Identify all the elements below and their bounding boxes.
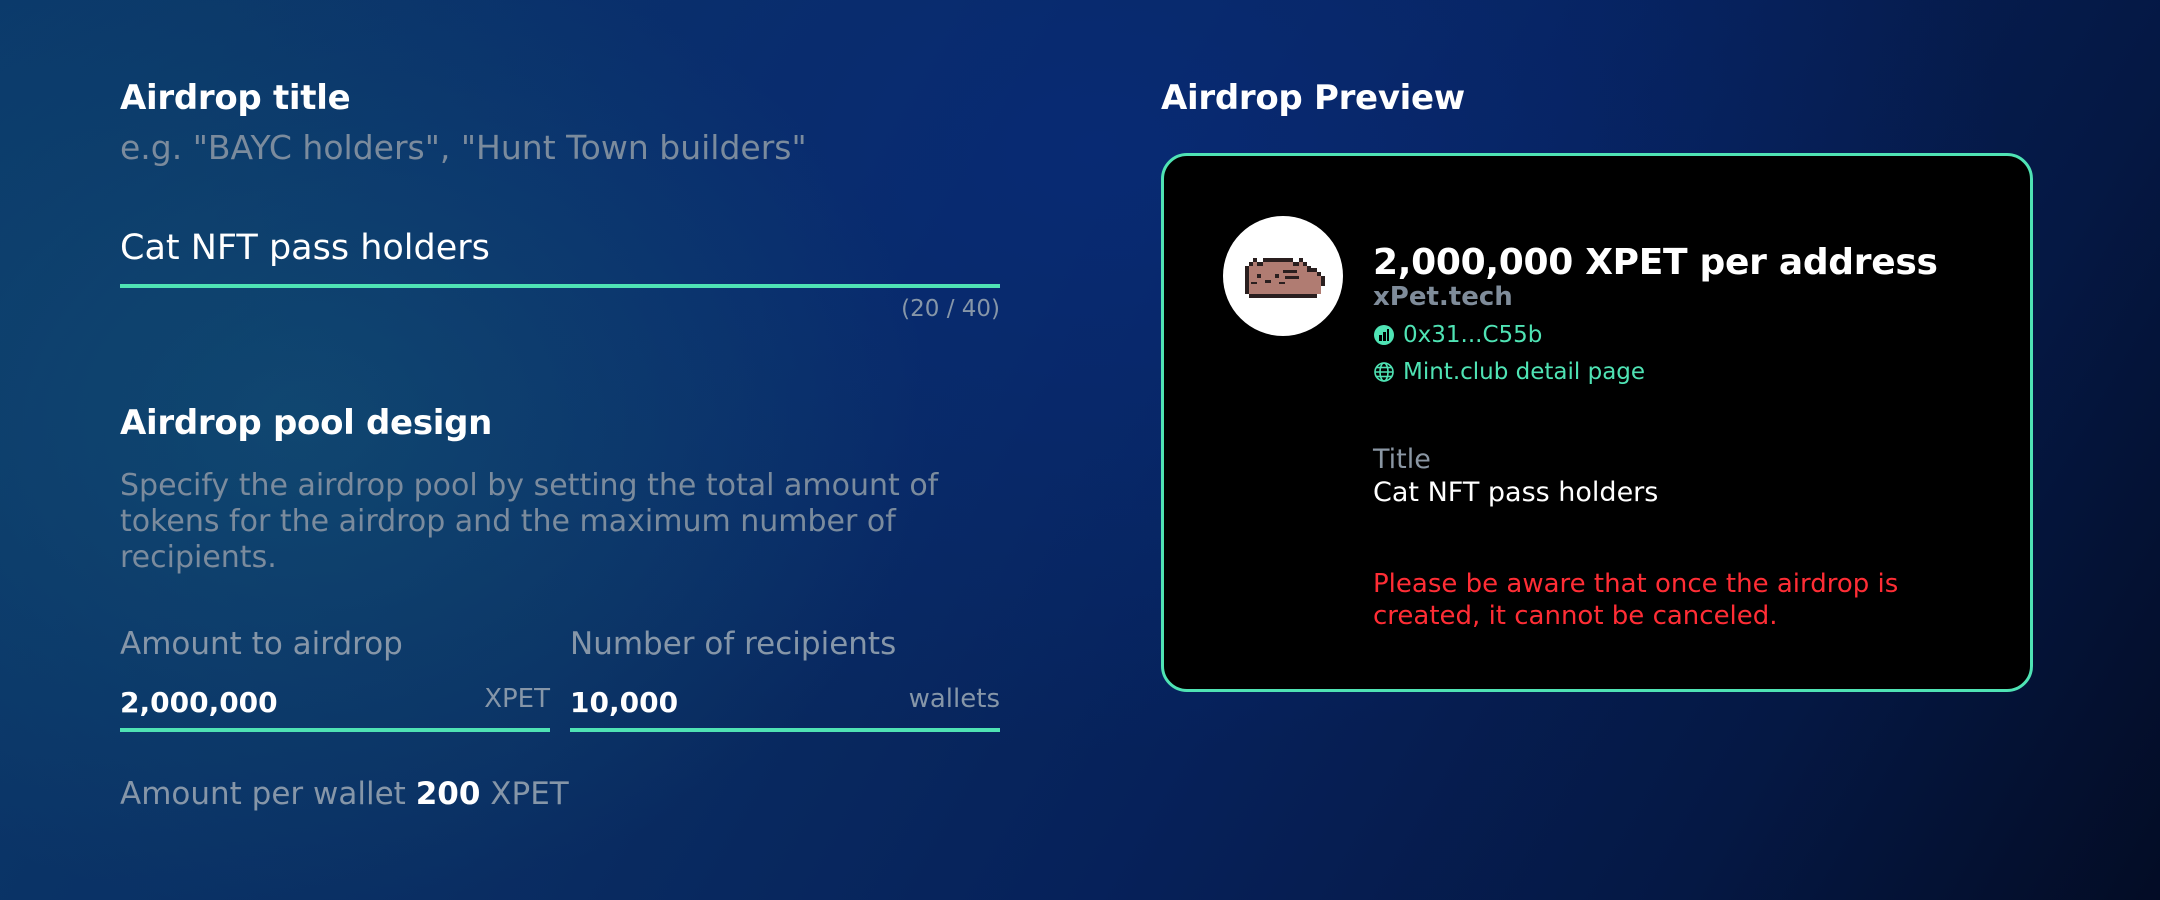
- number-of-recipients-input[interactable]: [570, 676, 828, 728]
- airdrop-title-input[interactable]: [120, 212, 1000, 288]
- number-of-recipients-field: wallets: [570, 676, 1000, 732]
- mint-club-detail-link[interactable]: Mint.club detail page: [1373, 359, 1645, 385]
- amount-per-wallet: Amount per wallet 200 XPET: [120, 776, 569, 812]
- cancel-warning-message: Please be aware that once the airdrop is…: [1373, 569, 1899, 631]
- issuer-name: xPet.tech: [1373, 282, 1513, 312]
- mint-club-logo-icon: [1374, 325, 1394, 345]
- preview-title-label: Title: [1373, 444, 1431, 475]
- pixel-cat-icon: [1245, 258, 1325, 298]
- amount-to-airdrop-label: Amount to airdrop: [120, 626, 403, 662]
- amount-to-airdrop-input[interactable]: [120, 676, 378, 728]
- amount-per-wallet-unit: XPET: [490, 776, 569, 812]
- globe-icon: [1374, 362, 1394, 382]
- contract-address-text: 0x31...C55b: [1403, 322, 1543, 348]
- recipients-unit: wallets: [908, 684, 1000, 714]
- airdrop-preview-label: Airdrop Preview: [1161, 78, 1465, 118]
- amount-per-wallet-value: 200: [415, 776, 481, 812]
- title-character-counter: (20 / 40): [901, 296, 1000, 322]
- airdrop-title-hint: e.g. "BAYC holders", "Hunt Town builders…: [120, 128, 807, 167]
- amount-to-airdrop-field: XPET: [120, 676, 550, 732]
- airdrop-pool-description: Specify the airdrop pool by setting the …: [120, 468, 939, 575]
- number-of-recipients-label: Number of recipients: [570, 626, 897, 662]
- mint-club-detail-text: Mint.club detail page: [1403, 359, 1646, 385]
- amount-per-wallet-label: Amount per wallet: [120, 776, 406, 812]
- airdrop-title-label: Airdrop title: [120, 78, 351, 118]
- contract-address-link[interactable]: 0x31...C55b: [1373, 322, 1542, 348]
- preview-title-value: Cat NFT pass holders: [1373, 477, 1659, 508]
- preview-heading: 2,000,000 XPET per address: [1373, 242, 1938, 283]
- amount-unit: XPET: [484, 684, 550, 714]
- airdrop-pool-design-label: Airdrop pool design: [120, 403, 493, 443]
- token-avatar: [1223, 216, 1343, 336]
